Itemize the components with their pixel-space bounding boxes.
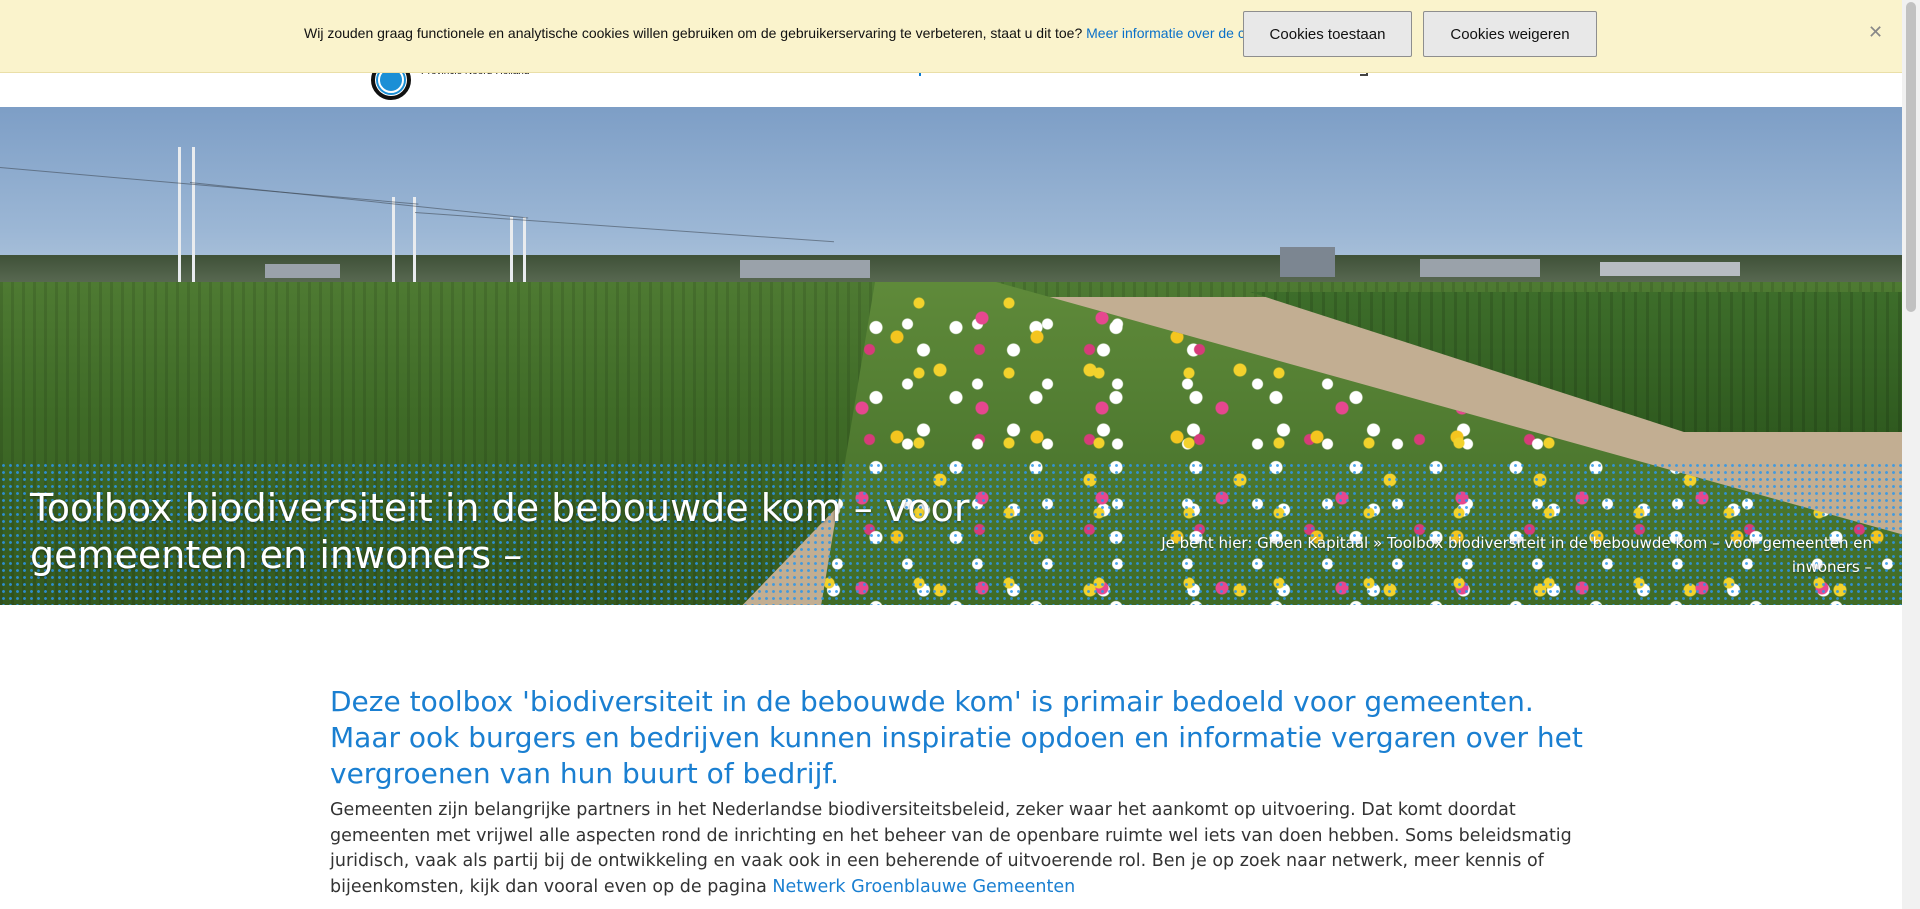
cookies-allow-button[interactable]: Cookies toestaan <box>1243 11 1412 57</box>
hero-building <box>740 260 870 278</box>
power-pylon <box>392 197 395 282</box>
page-scrollbar[interactable] <box>1902 0 1920 909</box>
intro-lead: Deze toolbox 'biodiversiteit in de bebou… <box>330 685 1583 790</box>
breadcrumb-prefix: Je bent hier: <box>1161 534 1253 552</box>
power-pylon <box>510 217 513 282</box>
power-pylon <box>178 147 181 282</box>
hero-banner: Toolbox biodiversiteit in de bebouwde ko… <box>0 107 1902 605</box>
breadcrumb-separator: » <box>1372 534 1383 552</box>
breadcrumb-current: Toolbox biodiversiteit in de bebouwde ko… <box>1386 534 1872 576</box>
hero-building <box>1600 262 1740 276</box>
intro-paragraph: Gemeenten zijn belangrijke partners in h… <box>330 798 1590 900</box>
close-icon[interactable]: ✕ <box>1868 24 1883 42</box>
cookies-deny-button[interactable]: Cookies weigeren <box>1423 11 1597 57</box>
netwerk-groenblauwe-gemeenten-link[interactable]: Netwerk Groenblauwe Gemeenten <box>772 877 1075 897</box>
cookie-bar: Wij zouden graag functionele en analytis… <box>0 0 1902 73</box>
power-pylon <box>413 197 416 282</box>
hero-building <box>1280 247 1335 277</box>
breadcrumb: Je bent hier: Groen Kapitaal » Toolbox b… <box>1160 531 1872 579</box>
hero-building <box>1420 259 1540 277</box>
hero-building <box>265 264 340 278</box>
power-pylon <box>192 147 195 282</box>
breadcrumb-home-link[interactable]: Groen Kapitaal <box>1257 534 1368 552</box>
power-pylon <box>523 217 526 282</box>
page-title: Toolbox biodiversiteit in de bebouwde ko… <box>30 486 970 577</box>
scrollbar-thumb[interactable] <box>1906 2 1916 312</box>
cookie-message-text: Wij zouden graag functionele en analytis… <box>304 25 1083 41</box>
cookie-message: Wij zouden graag functionele en analytis… <box>304 25 1304 41</box>
